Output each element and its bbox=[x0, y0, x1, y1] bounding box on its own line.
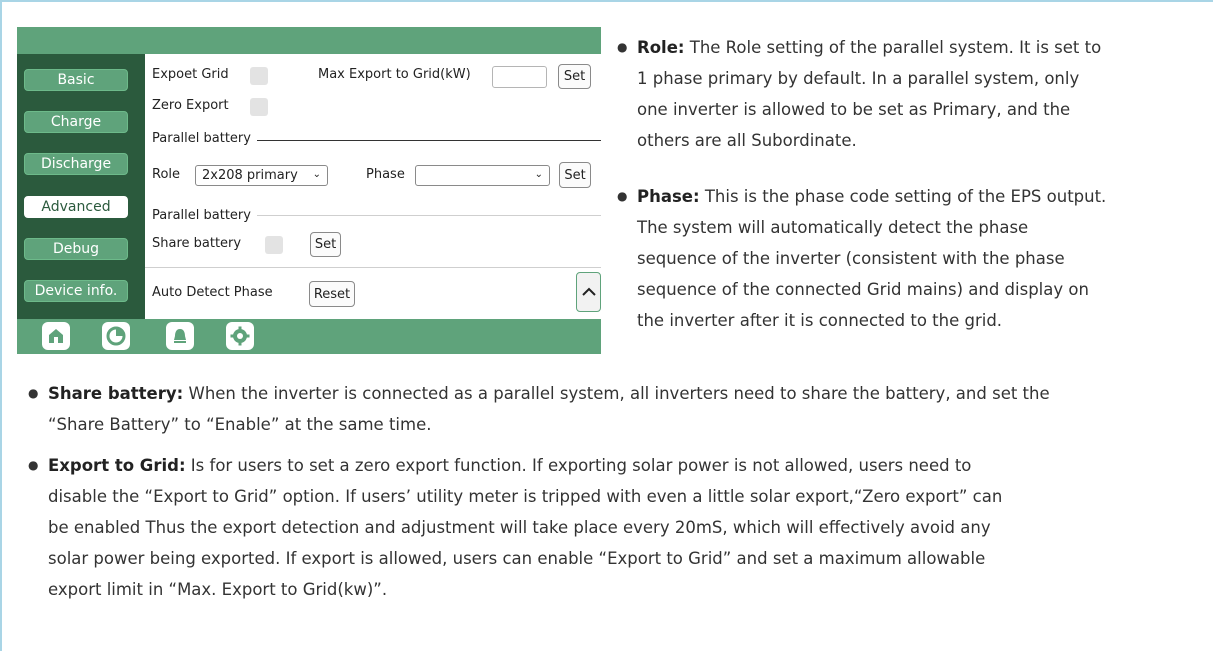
role-description: ● Role: The Role setting of the parallel… bbox=[617, 32, 1197, 156]
export-line-1: disable the “Export to Grid” option. If … bbox=[48, 487, 1003, 506]
bell-icon[interactable] bbox=[166, 322, 194, 350]
phase-description: ● Phase: This is the phase code setting … bbox=[617, 181, 1207, 336]
export-grid-label: Expoet Grid bbox=[152, 67, 229, 82]
inverter-screen: Basic Charge Discharge Advanced Debug De… bbox=[17, 27, 601, 354]
zero-export-label: Zero Export bbox=[152, 98, 229, 113]
scroll-up-button[interactable] bbox=[576, 272, 601, 312]
screen-bottom-nav bbox=[17, 319, 601, 354]
section-divider bbox=[257, 215, 601, 216]
export-term: Export to Grid: bbox=[48, 456, 186, 475]
auto-detect-reset-button[interactable]: Reset bbox=[309, 281, 355, 307]
role-line-0: The Role setting of the parallel system.… bbox=[689, 38, 1102, 57]
bullet-dot: ● bbox=[617, 40, 628, 54]
chevron-down-icon: ⌄ bbox=[534, 169, 543, 180]
export-line-3: solar power being exported. If export is… bbox=[48, 549, 986, 568]
share-battery-label: Share battery bbox=[152, 236, 242, 251]
share-line-0: When the inverter is connected as a para… bbox=[188, 384, 1050, 403]
sidebar-button-basic[interactable]: Basic bbox=[24, 69, 128, 91]
phase-set-button[interactable]: Set bbox=[559, 162, 591, 188]
role-line-1: 1 phase primary by default. In a paralle… bbox=[637, 69, 1080, 88]
sidebar-button-charge[interactable]: Charge bbox=[24, 111, 128, 133]
auto-detect-phase-label: Auto Detect Phase bbox=[152, 285, 273, 300]
share-battery-checkbox[interactable] bbox=[265, 236, 283, 254]
zero-export-checkbox[interactable] bbox=[250, 98, 268, 116]
screen-header-bar bbox=[17, 27, 601, 54]
export-grid-description: ● Export to Grid: Is for users to set a … bbox=[28, 450, 1208, 605]
role-line-2: one inverter is allowed to be set as Pri… bbox=[637, 100, 1071, 119]
max-export-input[interactable] bbox=[492, 66, 547, 88]
role-select-value: 2x208 primary bbox=[202, 168, 298, 183]
screen-sidebar: Basic Charge Discharge Advanced Debug De… bbox=[17, 54, 145, 319]
phase-line-3: sequence of the connected Grid mains) an… bbox=[637, 280, 1089, 299]
chevron-down-icon: ⌄ bbox=[312, 169, 321, 180]
bullet-dot: ● bbox=[28, 386, 39, 400]
export-line-0: Is for users to set a zero export functi… bbox=[190, 456, 972, 475]
export-line-4: export limit in “Max. Export to Grid(kw)… bbox=[48, 580, 388, 599]
home-icon[interactable] bbox=[42, 322, 70, 350]
role-term: Role: bbox=[637, 38, 685, 57]
export-grid-checkbox[interactable] bbox=[250, 67, 268, 85]
phase-line-0: This is the phase code setting of the EP… bbox=[704, 187, 1107, 206]
share-battery-set-button[interactable]: Set bbox=[310, 232, 341, 257]
phase-line-2: sequence of the inverter (consistent wit… bbox=[637, 249, 1065, 268]
sidebar-button-advanced[interactable]: Advanced bbox=[24, 196, 128, 218]
phase-line-1: The system will automatically detect the… bbox=[637, 218, 1029, 237]
share-line-1: “Share Battery” to “Enable” at the same … bbox=[48, 415, 432, 434]
bullet-dot: ● bbox=[28, 458, 39, 472]
max-export-label: Max Export to Grid(kW) bbox=[318, 67, 471, 82]
bullet-dot: ● bbox=[617, 189, 628, 203]
role-label: Role bbox=[152, 167, 181, 182]
phase-term: Phase: bbox=[637, 187, 700, 206]
pie-chart-icon[interactable] bbox=[102, 322, 130, 350]
chevron-up-icon bbox=[581, 287, 596, 296]
export-line-2: be enabled Thus the export detection and… bbox=[48, 518, 991, 537]
phase-line-4: the inverter after it is connected to th… bbox=[637, 311, 1003, 330]
role-select[interactable]: 2x208 primary ⌄ bbox=[195, 165, 328, 186]
section-divider bbox=[257, 140, 601, 141]
role-line-3: others are all Subordinate. bbox=[637, 131, 857, 150]
parallel-battery-heading: Parallel battery bbox=[152, 131, 251, 146]
sidebar-button-debug[interactable]: Debug bbox=[24, 238, 128, 260]
parallel-battery-heading: Parallel battery bbox=[152, 208, 251, 223]
sidebar-button-discharge[interactable]: Discharge bbox=[24, 153, 128, 175]
section-divider bbox=[145, 267, 601, 268]
gear-icon[interactable] bbox=[226, 322, 254, 350]
phase-select[interactable]: ⌄ bbox=[415, 165, 550, 186]
sidebar-button-device-info[interactable]: Device info. bbox=[24, 280, 128, 302]
share-term: Share battery: bbox=[48, 384, 184, 403]
share-battery-description: ● Share battery: When the inverter is co… bbox=[28, 378, 1208, 440]
phase-label: Phase bbox=[366, 167, 405, 182]
max-export-set-button[interactable]: Set bbox=[558, 64, 591, 89]
